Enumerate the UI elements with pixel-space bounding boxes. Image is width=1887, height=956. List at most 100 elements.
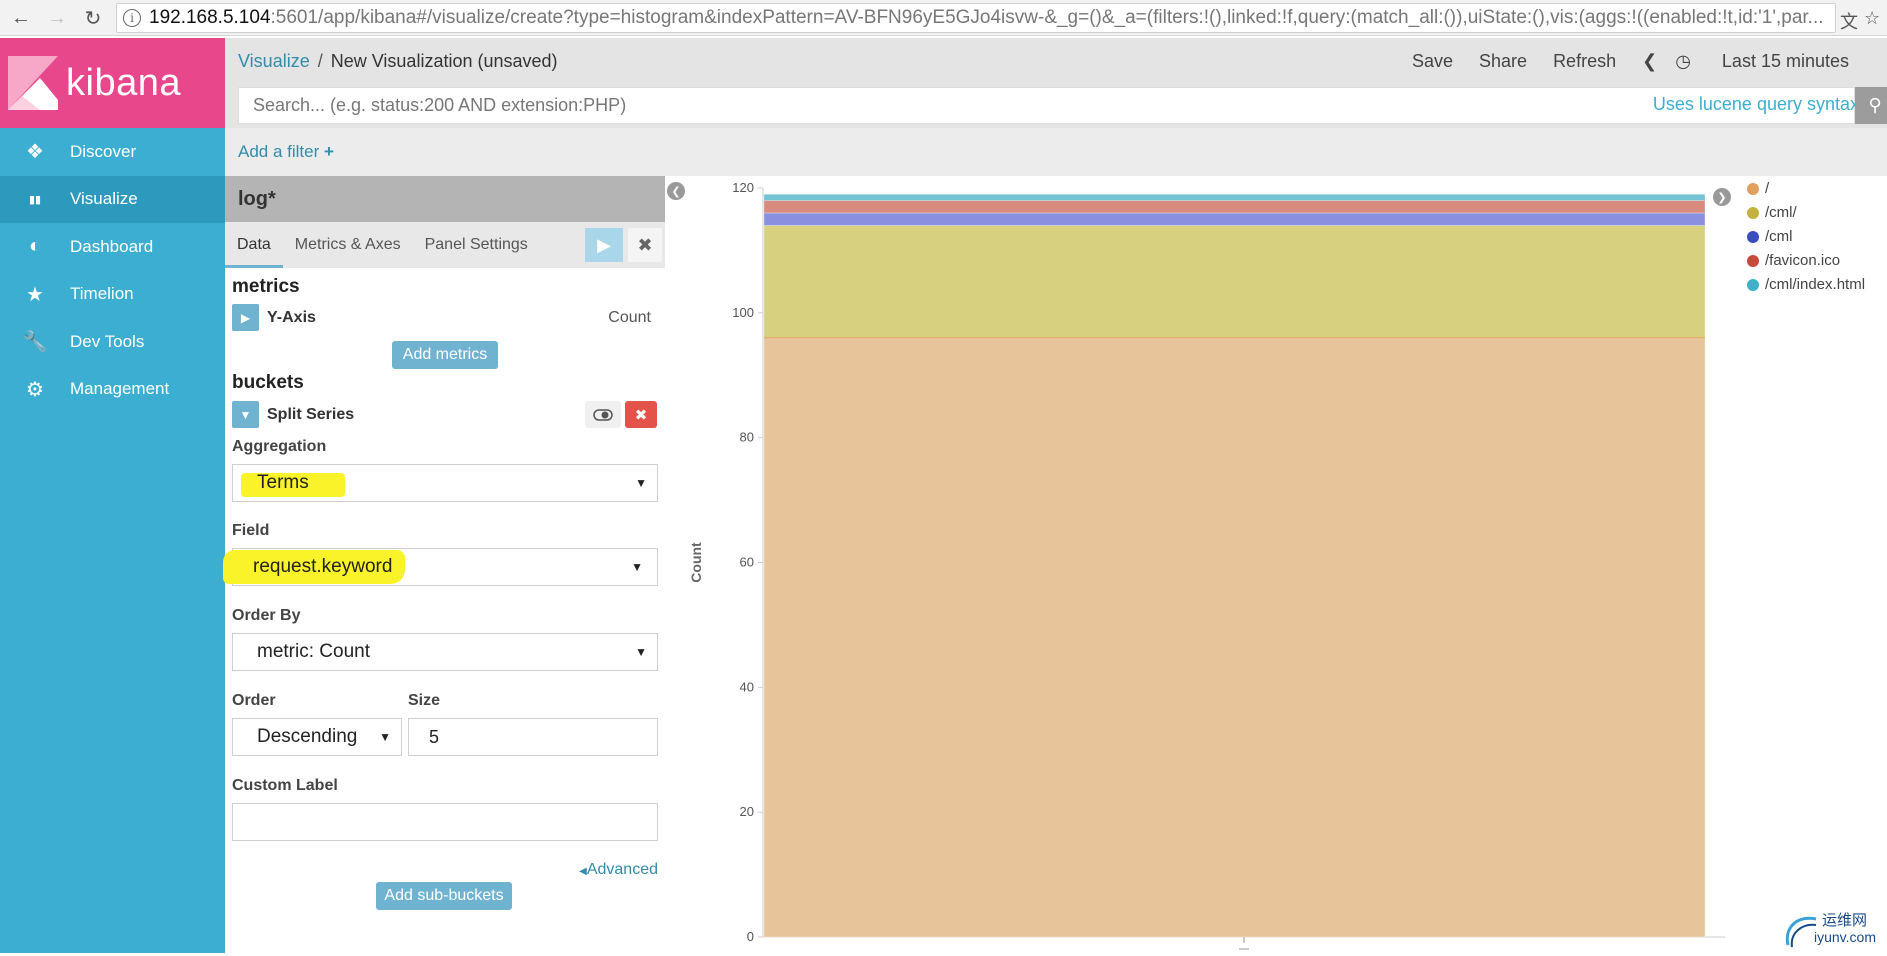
sidebar-item-dashboard[interactable]: ◐ Dashboard <box>0 223 225 271</box>
legend-label: /favicon.ico <box>1765 252 1841 269</box>
chevron-left-icon[interactable]: ❮ <box>1642 51 1657 72</box>
sidebar-item-label: Visualize <box>70 189 138 209</box>
breadcrumb-visualize[interactable]: Visualize <box>238 51 310 72</box>
watermark-logo: 运维网 iyunv.com <box>1780 905 1885 951</box>
lucene-syntax-link[interactable]: Uses lucene query syntax <box>1653 94 1859 115</box>
reload-icon[interactable]: ↻ <box>78 3 108 33</box>
aggregation-select[interactable]: Terms ▼ <box>232 464 658 502</box>
sidebar: kibana ❖ Discover ▮▮ Visualize ◐ Dashboard ★ Ti… <box>0 38 225 953</box>
y-tick-label: 60 <box>740 555 754 570</box>
close-icon: ✖ <box>634 406 648 424</box>
chevron-down-icon[interactable]: ▼ <box>232 401 259 428</box>
breadcrumb-separator: / <box>317 50 323 71</box>
discard-changes-button[interactable]: ✖ <box>628 228 662 262</box>
translate-icon[interactable]: 文 <box>1840 8 1858 34</box>
order-by-label: Order By <box>232 607 301 624</box>
add-filter-link[interactable]: Add a filter + <box>238 142 334 162</box>
bar-chart-icon: ▮▮ <box>28 193 42 206</box>
legend-item[interactable]: / <box>1747 180 1769 197</box>
metric-agg-description: Count <box>608 308 651 326</box>
tab-panel-settings[interactable]: Panel Settings <box>413 236 540 268</box>
sidebar-item-label: Dev Tools <box>70 331 145 351</box>
buckets-section-title: buckets <box>232 372 304 393</box>
legend-item[interactable]: /favicon.ico <box>1747 252 1840 269</box>
sidebar-item-discover[interactable]: ❖ Discover <box>0 128 225 176</box>
sidebar-item-dev-tools[interactable]: 🔧 Dev Tools <box>0 318 225 366</box>
sidebar-item-visualize[interactable]: ▮▮ Visualize <box>0 175 225 223</box>
top-nav: Visualize / New Visualization (unsaved) … <box>225 38 1887 84</box>
visualization-area: ❮ 0 20 40 60 80 100 120 Count ❯ //cml//cml/favi… <box>665 176 1887 953</box>
custom-label-input[interactable] <box>232 803 658 841</box>
bar-segment-5 <box>763 193 1706 201</box>
add-filter-label: Add a filter <box>238 142 320 161</box>
forward-arrow-icon[interactable]: → <box>42 3 72 33</box>
metrics-section-title: metrics <box>232 276 300 297</box>
sidebar-item-timelion[interactable]: ★ Timelion <box>0 271 225 319</box>
remove-agg-button[interactable]: ✖ <box>625 401 657 428</box>
custom-label-label: Custom Label <box>232 777 338 794</box>
field-value: request.keyword <box>253 556 393 577</box>
legend-label: /cml/ <box>1765 204 1797 221</box>
url-host: 192.168.5.104 <box>149 7 271 28</box>
legend-dot-icon <box>1747 230 1759 243</box>
add-metrics-button[interactable]: Add metrics <box>392 341 498 369</box>
y-tick-label: 0 <box>747 929 754 944</box>
search-input[interactable]: Search... (e.g. status:200 AND extension… <box>238 87 1855 124</box>
save-button[interactable]: Save <box>1412 51 1453 72</box>
gear-icon: ⚙ <box>26 378 44 401</box>
plus-icon: + <box>324 142 334 161</box>
address-bar[interactable]: i 192.168.5.104:5601/app/kibana#/visuali… <box>116 3 1836 33</box>
index-pattern-title: log* <box>225 176 665 222</box>
order-by-select[interactable]: metric: Count ▼ <box>232 633 658 671</box>
apply-changes-button[interactable]: ▶ <box>585 228 623 262</box>
size-label: Size <box>408 692 441 709</box>
y-tick-label: 20 <box>740 804 754 819</box>
advanced-toggle[interactable]: ◀Advanced <box>579 861 658 879</box>
field-select[interactable]: request.keyword ▼ <box>223 548 658 586</box>
info-icon[interactable]: i <box>123 9 141 27</box>
bar-segment-2 <box>763 224 1706 339</box>
legend-item[interactable]: /cml/index.html <box>1747 276 1865 293</box>
y-tick-label: 120 <box>732 180 754 195</box>
time-picker[interactable]: ◷ Last 15 minutes <box>1675 51 1875 72</box>
refresh-button[interactable]: Refresh <box>1553 51 1616 72</box>
bookmark-star-icon[interactable]: ☆ <box>1864 8 1880 29</box>
sidebar-item-label: Management <box>70 379 170 399</box>
sidebar-item-label: Timelion <box>70 284 134 304</box>
chart-svg: 0 20 40 60 80 100 120 Count <box>688 180 1725 950</box>
tab-data[interactable]: Data <box>225 236 283 268</box>
y-tick-label: 100 <box>732 305 754 320</box>
toggle-agg-button[interactable] <box>585 401 621 428</box>
editor-tabs: Data Metrics & Axes Panel Settings ▶ ✖ <box>225 222 665 268</box>
watermark-url-text: iyunv.com <box>1814 929 1876 945</box>
bar-segment-3 <box>763 212 1706 226</box>
legend-item[interactable]: /cml/ <box>1747 204 1797 221</box>
y-axis-title: Count <box>688 542 704 583</box>
chevron-right-icon[interactable]: ▶ <box>232 304 259 331</box>
top-actions: Save Share Refresh ❮ ◷ Last 15 minutes <box>1412 38 1887 84</box>
sidebar-item-management[interactable]: ⚙ Management <box>0 366 225 414</box>
share-button[interactable]: Share <box>1479 51 1527 72</box>
filter-bar: Add a filter + <box>225 128 1887 176</box>
bar-segment-1 <box>763 337 1706 938</box>
size-input[interactable]: 5 <box>408 718 658 756</box>
close-icon: ✖ <box>637 234 653 255</box>
clock-icon: ◷ <box>1675 50 1691 71</box>
y-tick-label: 40 <box>740 679 754 694</box>
back-arrow-icon[interactable]: ← <box>6 3 36 33</box>
kibana-logo[interactable]: kibana <box>0 38 225 128</box>
play-icon: ▶ <box>597 234 611 255</box>
order-select[interactable]: Descending ▼ <box>232 718 402 756</box>
legend-label: /cml/index.html <box>1765 276 1866 293</box>
metric-agg-name: Y-Axis <box>267 308 316 326</box>
legend-dot-icon <box>1747 206 1759 219</box>
tab-metrics-axes[interactable]: Metrics & Axes <box>283 236 413 268</box>
toggle-icon <box>593 408 613 421</box>
legend-item[interactable]: /cml <box>1747 228 1793 245</box>
chevron-down-icon: ▼ <box>631 560 643 574</box>
metric-agg-header[interactable]: ▶ Y-Axis Count <box>232 304 658 331</box>
legend-label: /cml <box>1765 228 1793 245</box>
add-sub-buckets-button[interactable]: Add sub-buckets <box>376 882 512 910</box>
legend-toggle-icon[interactable]: ❯ <box>1713 188 1731 206</box>
search-button[interactable]: ⚲ <box>1855 87 1887 124</box>
